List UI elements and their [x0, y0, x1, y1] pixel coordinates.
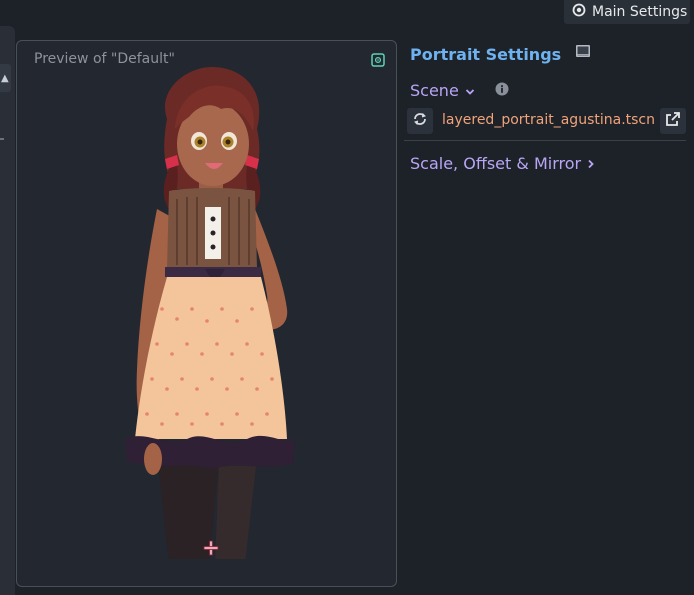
fit-view-icon[interactable] [371, 52, 385, 67]
display-icon[interactable] [575, 44, 591, 64]
scene-label: Scene [410, 80, 459, 100]
eye-icon [572, 3, 586, 21]
editor-root: Main Settings ▲ Preview of "Default" Por… [0, 0, 694, 595]
open-external-icon [665, 111, 681, 131]
arrow-icon: ▲ [1, 73, 9, 84]
settings-header: Portrait Settings [404, 40, 690, 68]
section-divider [404, 140, 686, 141]
portrait-preview-panel: Preview of "Default" [16, 40, 397, 587]
left-panel-edge: ▲ [0, 26, 15, 595]
portrait-settings-panel: Portrait Settings Scene layered_portrait… [404, 40, 690, 175]
main-settings-button[interactable]: Main Settings [564, 0, 690, 24]
portrait-settings-title: Portrait Settings [410, 44, 562, 64]
origin-cross-icon [203, 540, 219, 556]
reload-icon [412, 111, 428, 131]
chevron-down-icon [465, 81, 475, 100]
character-portrait-image [125, 67, 295, 559]
scale-offset-mirror-label: Scale, Offset & Mirror [410, 153, 582, 173]
open-scene-button[interactable] [660, 108, 686, 134]
reload-button[interactable] [407, 108, 433, 134]
scene-file-row: layered_portrait_agustina.tscn [404, 108, 690, 134]
main-settings-label: Main Settings [592, 4, 688, 20]
scene-file-name[interactable]: layered_portrait_agustina.tscn [442, 112, 655, 128]
scene-section-toggle[interactable]: Scene [404, 78, 690, 102]
divider [0, 138, 4, 140]
chevron-right-icon [587, 154, 595, 173]
scale-offset-mirror-toggle[interactable]: Scale, Offset & Mirror [404, 151, 690, 175]
info-icon[interactable] [495, 81, 509, 100]
